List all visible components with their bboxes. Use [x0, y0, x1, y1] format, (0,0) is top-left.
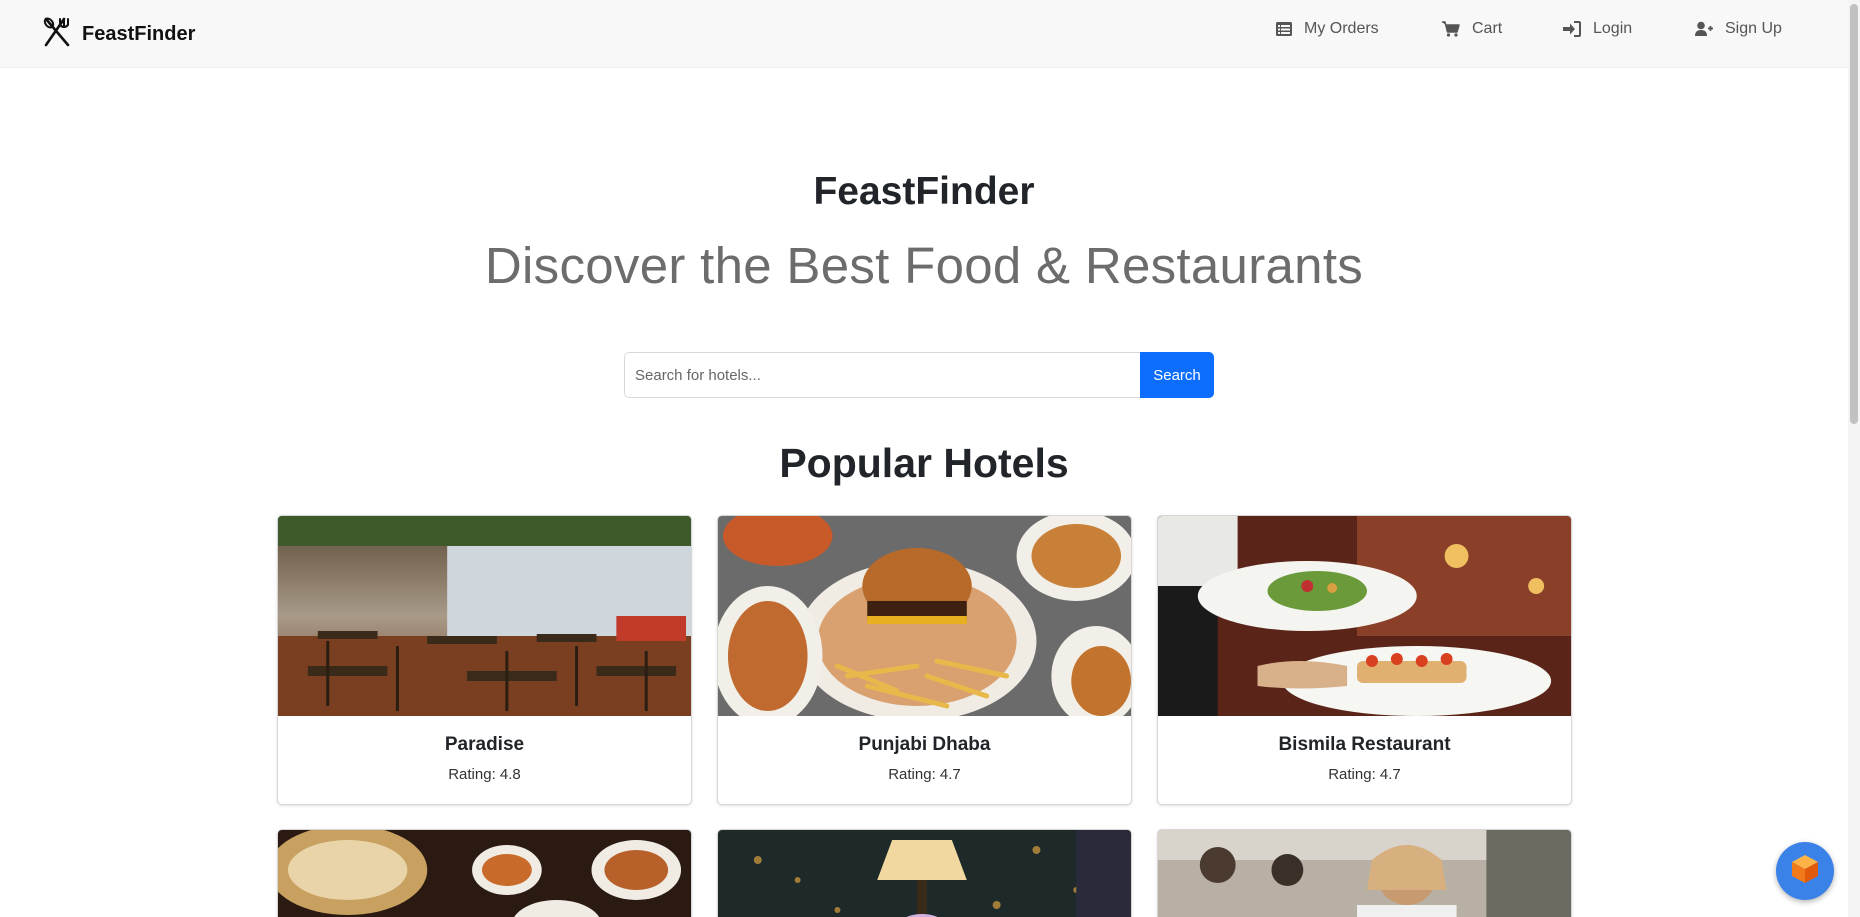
floating-box-button[interactable] [1776, 842, 1834, 900]
hotel-rating: Rating: 4.7 [888, 766, 961, 783]
scroll-thumb[interactable] [1850, 4, 1858, 424]
cart-icon [1442, 21, 1460, 37]
user-plus-icon [1695, 21, 1713, 37]
hotel-rating: Rating: 4.8 [448, 766, 521, 783]
nav-login-label: Login [1593, 20, 1633, 37]
hotel-image [278, 516, 691, 716]
hotel-card[interactable]: Paradise Rating: 4.8 [277, 515, 692, 805]
hotel-image [1158, 516, 1571, 716]
page-scrollbar[interactable] [1848, 0, 1860, 917]
hotel-name: Bismila Restaurant [1278, 734, 1451, 755]
cube-icon [1791, 854, 1819, 889]
hero-title: FeastFinder [813, 170, 1035, 213]
nav-cart-label: Cart [1472, 20, 1503, 37]
navbar: FeastFinder My Orders Cart Login Sign Up [0, 0, 1860, 68]
nav-my-orders-label: My Orders [1304, 20, 1379, 37]
hotel-card[interactable]: Bismila Restaurant Rating: 4.7 [1157, 515, 1572, 805]
hotel-name: Paradise [444, 734, 525, 755]
list-icon [1276, 22, 1292, 36]
nav-my-orders[interactable]: My Orders [1276, 20, 1379, 38]
login-icon [1563, 21, 1581, 37]
hotel-image [718, 830, 1131, 917]
search-bar: Search [624, 352, 1214, 398]
hotel-name: Punjabi Dhaba [858, 734, 991, 755]
hotel-image [1158, 830, 1571, 917]
hotel-card[interactable] [277, 829, 692, 917]
search-button[interactable]: Search [1140, 352, 1214, 398]
hotel-card[interactable] [717, 829, 1132, 917]
brand-link[interactable]: FeastFinder [42, 16, 195, 53]
hotel-card[interactable]: Punjabi Dhaba Rating: 4.7 [717, 515, 1132, 805]
hotel-image [718, 516, 1131, 716]
section-title: Popular Hotels [779, 440, 1069, 486]
nav-sign-up-label: Sign Up [1725, 20, 1782, 37]
nav-sign-up[interactable]: Sign Up [1695, 20, 1782, 38]
nav-cart[interactable]: Cart [1442, 20, 1502, 38]
nav-login[interactable]: Login [1563, 20, 1632, 38]
hero-subtitle: Discover the Best Food & Restaurants [484, 237, 1364, 294]
hotel-card[interactable] [1157, 829, 1572, 917]
brand-name: FeastFinder [82, 23, 196, 45]
hotel-image [278, 830, 691, 917]
hotel-rating: Rating: 4.7 [1328, 766, 1401, 783]
search-input[interactable] [624, 352, 1140, 398]
utensils-icon [42, 16, 72, 53]
